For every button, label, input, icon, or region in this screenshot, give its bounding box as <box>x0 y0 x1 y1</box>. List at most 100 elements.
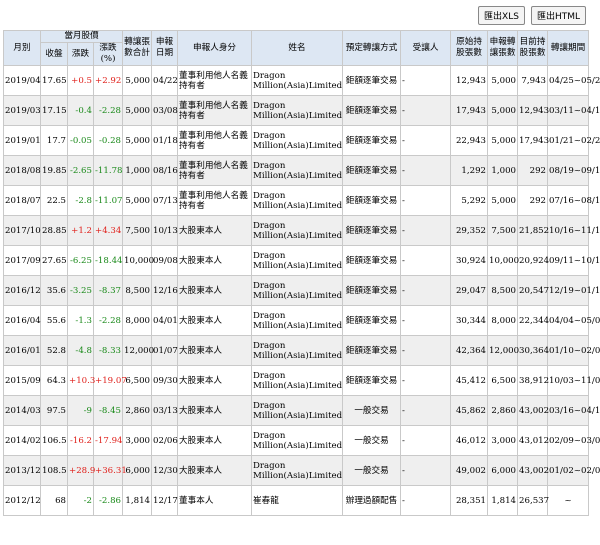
cell-shares: 8,000 <box>122 305 153 336</box>
cell-receiver: - <box>400 485 452 516</box>
cell-receiver: - <box>400 65 452 96</box>
cell-method: 鉅額逐筆交易 <box>342 335 402 366</box>
cell-date: 02/06 <box>151 425 179 456</box>
cell-month: 2018/07 <box>3 185 41 216</box>
cell-close: 22.5 <box>40 185 68 216</box>
cell-report: 6,500 <box>487 365 519 396</box>
cell-method: 鉅額逐筆交易 <box>342 95 402 126</box>
cell-period: 03/11~04/10 <box>547 95 600 126</box>
cell-close: 106.5 <box>40 425 68 456</box>
cell-period: ~ <box>547 485 590 516</box>
cell-period: 04/04~05/03 <box>547 305 600 336</box>
cell-name: Dragon Million(Asia)Limited <box>251 395 344 426</box>
cell-date: 01/18 <box>151 125 179 156</box>
cell-date: 03/08 <box>151 95 179 126</box>
cell-name: Dragon Million(Asia)Limited <box>251 335 344 366</box>
cell-change: -3.25 <box>67 275 94 306</box>
cell-change: +1.2 <box>67 215 94 246</box>
cell-orig: 29,047 <box>450 275 489 306</box>
cell-date: 12/16 <box>151 275 179 306</box>
cell-orig: 45,862 <box>450 395 489 426</box>
cell-shares: 10,000 <box>122 245 154 276</box>
cell-date: 12/30 <box>151 455 179 486</box>
cell-month: 2016/12 <box>3 275 41 306</box>
cell-current: 43,012 <box>517 425 549 456</box>
cell-close: 17.7 <box>40 125 68 156</box>
cell-shares: 5,000 <box>122 65 153 96</box>
cell-orig: 30,344 <box>450 305 489 336</box>
cell-change: -2 <box>67 485 94 516</box>
cell-report: 5,000 <box>487 125 519 156</box>
cell-shares: 5,000 <box>122 95 153 126</box>
cell-report: 2,860 <box>487 395 519 426</box>
cell-pct: +36.31 <box>92 455 127 486</box>
cell-month: 2019/04 <box>3 65 41 96</box>
cell-date: 08/16 <box>151 155 179 186</box>
header-report-shares: 申報轉讓張數 <box>487 30 519 66</box>
cell-period: 01/21~02/20 <box>547 125 600 156</box>
cell-orig: 29,352 <box>450 215 489 246</box>
cell-method: 鉅額逐筆交易 <box>342 215 402 246</box>
cell-identity: 大股東本人 <box>177 335 253 366</box>
cell-period: 09/11~10/10 <box>547 245 600 276</box>
cell-pct: -11.78 <box>92 155 124 186</box>
table-row: 2019/04 17.65 +0.5 +2.92 5,000 04/22 董事利用他人名義持… <box>3 65 600 96</box>
cell-orig: 22,943 <box>450 125 489 156</box>
cell-period: 01/10~02/09 <box>547 335 600 366</box>
cell-change: -2.8 <box>67 185 94 216</box>
header-orig-shares: 原始持股張數 <box>450 30 489 66</box>
export-xls-button[interactable]: 匯出XLS <box>478 6 525 25</box>
cell-receiver: - <box>400 425 452 456</box>
cell-name: Dragon Million(Asia)Limited <box>251 455 344 486</box>
cell-identity: 大股東本人 <box>177 395 253 426</box>
cell-shares: 12,000 <box>122 335 154 366</box>
export-html-button[interactable]: 匯出HTML <box>530 6 586 25</box>
cell-name: Dragon Million(Asia)Limited <box>251 155 344 186</box>
cell-month: 2014/02 <box>3 425 41 456</box>
cell-method: 辦理過額配售 <box>342 485 402 516</box>
cell-orig: 12,943 <box>450 65 489 96</box>
cell-pct: -18.44 <box>92 245 124 276</box>
cell-report: 1,814 <box>487 485 519 516</box>
header-method: 預定轉讓方式 <box>342 30 402 66</box>
cell-period: 10/16~11/15 <box>547 215 600 246</box>
cell-current: 20,547 <box>517 275 549 306</box>
cell-close: 108.5 <box>40 455 68 486</box>
cell-receiver: - <box>400 275 452 306</box>
cell-close: 55.6 <box>40 305 68 336</box>
cell-month: 2012/12 <box>3 485 41 516</box>
cell-pct: -11.07 <box>92 185 124 216</box>
cell-month: 2013/12 <box>3 455 41 486</box>
cell-month: 2019/03 <box>3 95 41 126</box>
cell-month: 2014/03 <box>3 395 41 426</box>
cell-change: -9 <box>67 395 94 426</box>
cell-date: 12/17 <box>151 485 179 516</box>
header-report-date: 申報日期 <box>151 30 179 66</box>
cell-date: 03/13 <box>151 395 179 426</box>
table-row: 2012/12 68 -2 -2.86 1,814 12/17 董事本人 崔春龍 辦理過額配售 -… <box>3 485 590 516</box>
cell-report: 6,000 <box>487 455 519 486</box>
cell-report: 10,000 <box>487 245 519 276</box>
cell-current: 30,364 <box>517 335 549 366</box>
cell-period: 02/09~03/08 <box>547 425 600 456</box>
cell-method: 一般交易 <box>342 395 402 426</box>
header-period: 轉讓期間 <box>547 30 590 66</box>
cell-receiver: - <box>400 125 452 156</box>
cell-orig: 42,364 <box>450 335 489 366</box>
cell-identity: 董事利用他人名義持有者 <box>177 95 253 126</box>
cell-current: 21,852 <box>517 215 549 246</box>
cell-name: Dragon Million(Asia)Limited <box>251 275 344 306</box>
cell-close: 97.5 <box>40 395 68 426</box>
cell-current: 292 <box>517 155 549 186</box>
cell-close: 68 <box>40 485 68 516</box>
cell-period: 07/16~08/15 <box>547 185 600 216</box>
cell-period: 01/02~02/01 <box>547 455 600 486</box>
cell-pct: -2.86 <box>92 485 124 516</box>
cell-shares: 1,000 <box>122 155 153 186</box>
cell-receiver: - <box>400 215 452 246</box>
cell-change: -6.25 <box>67 245 94 276</box>
header-name: 姓名 <box>251 30 344 66</box>
cell-orig: 28,351 <box>450 485 489 516</box>
cell-shares: 7,500 <box>122 215 153 246</box>
table-row: 2019/01 17.7 -0.05 -0.28 5,000 01/18 董事利用他人名義持… <box>3 125 600 156</box>
